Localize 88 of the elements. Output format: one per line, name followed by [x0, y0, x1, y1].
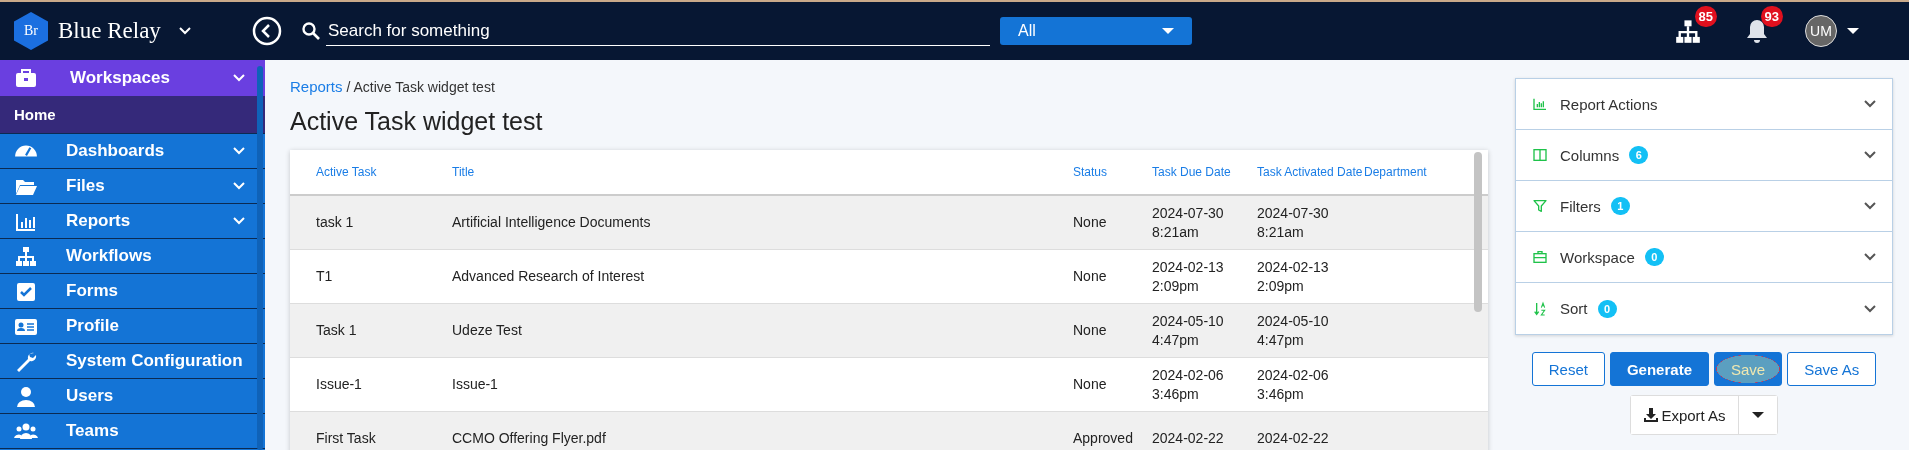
section-icon: [1532, 249, 1548, 265]
count-badge: 1: [1610, 197, 1630, 215]
table-cell-text: Advanced Research of Interest: [452, 267, 646, 286]
table-cell-text: 2024-05-10 4:47pm: [1152, 311, 1225, 350]
table-cell-text: 2024-07-30 8:21am: [1257, 203, 1330, 242]
sidebar-item-icon: [14, 245, 38, 267]
app-logo[interactable]: Br: [14, 12, 48, 50]
accordion-section[interactable]: Filters 1: [1516, 181, 1892, 232]
table-cell-text: Udeze Test: [452, 321, 523, 340]
chevron-icon: [233, 147, 245, 155]
section-icon: [1532, 147, 1548, 163]
column-header[interactable]: Department: [1364, 162, 1474, 182]
chevron-icon: [233, 182, 245, 190]
section-label: Filters: [1560, 197, 1601, 215]
table-cell-text: T1: [315, 267, 334, 286]
table-cell-text: First Task: [315, 429, 377, 448]
chevron-icon: [233, 217, 245, 225]
count-badge: 85: [1694, 6, 1717, 27]
action-button[interactable]: Save As: [1787, 352, 1877, 386]
section-icon: [1532, 96, 1548, 112]
table-cell-text: Approved: [1073, 429, 1134, 448]
table-cell-text: 2024-05-10 4:47pm: [1257, 311, 1330, 350]
table-cell-text: 2024-02-13 2:09pm: [1257, 257, 1330, 296]
section-icon: [1532, 300, 1548, 317]
count-badge: 0: [1597, 299, 1617, 318]
accordion-section[interactable]: Columns 6: [1516, 130, 1892, 181]
table-cell-text: 2024-02-13 2:09pm: [1152, 257, 1225, 296]
chevron-icon: [1864, 100, 1876, 108]
table-cell-text: 2024-02-22: [1152, 429, 1225, 448]
count-badge: 6: [1629, 146, 1649, 164]
column-header[interactable]: Task Due Date: [1152, 162, 1257, 182]
accordion-section[interactable]: Sort 0: [1516, 283, 1892, 334]
sidebar-item-icon: [14, 145, 38, 157]
back-icon[interactable]: [252, 16, 282, 46]
action-button[interactable]: Reset: [1531, 352, 1605, 386]
sidebar-item-icon: [14, 67, 38, 89]
chevron-icon: [1864, 253, 1876, 261]
table-cell-text: None: [1073, 267, 1108, 286]
column-header[interactable]: Title: [452, 162, 1073, 182]
caret-icon[interactable]: [1847, 28, 1859, 34]
table-cell-text: None: [1073, 375, 1108, 394]
user-avatar[interactable]: UM: [1805, 15, 1837, 47]
table-cell-text: Task 1: [315, 321, 358, 340]
count-badge: 93: [1760, 6, 1783, 27]
table-cell-text: Issue-1: [315, 375, 363, 394]
sidebar-item[interactable]: Workspaces: [0, 60, 265, 96]
table-cell-text: 2024-07-30 8:21am: [1152, 203, 1225, 242]
count-badge: 0: [1644, 248, 1664, 266]
table-cell-text: None: [1073, 321, 1108, 340]
chevron-icon: [1864, 151, 1876, 159]
action-button[interactable]: Save: [1714, 352, 1783, 386]
section-label: Workspace: [1560, 248, 1635, 266]
section-label: Sort: [1560, 300, 1588, 317]
table-cell-text: None: [1073, 213, 1108, 232]
section-icon: [1532, 198, 1548, 214]
page-title: Active Task widget test: [290, 107, 544, 136]
chevron-icon: [1864, 304, 1876, 313]
section-label: Report Actions: [1560, 95, 1658, 113]
sidebar-subitem[interactable]: Home: [0, 96, 265, 134]
accordion-section[interactable]: Workspace 0: [1516, 232, 1892, 283]
sidebar-item-icon: [14, 280, 38, 302]
section-label: Columns: [1560, 146, 1620, 164]
search-field[interactable]: Search for something: [326, 16, 990, 46]
scrollbar[interactable]: [257, 66, 263, 450]
table-cell-text: CCMO Offering Flyer.pdf: [452, 429, 607, 448]
table-cell-text: Artificial Intelligence Documents: [452, 213, 652, 232]
column-header[interactable]: Task Activated Date: [1257, 162, 1364, 182]
table-cell-text: Issue-1: [452, 375, 499, 394]
action-button[interactable]: Generate: [1609, 352, 1709, 386]
search-icon: [302, 22, 320, 40]
table-cell-text: 2024-02-22: [1257, 429, 1330, 448]
scrollbar[interactable]: [1474, 152, 1482, 312]
scope-dropdown[interactable]: All: [1000, 17, 1192, 45]
export-menu-button[interactable]: [1737, 396, 1777, 434]
chevron-icon: [233, 74, 245, 82]
app-name: Blue Relay: [58, 18, 161, 44]
breadcrumb: Reports / Active Task widget test: [290, 78, 496, 95]
chevron-icon: [178, 27, 191, 35]
accordion-section[interactable]: Report Actions: [1516, 79, 1892, 130]
column-header[interactable]: Active Task: [290, 162, 452, 182]
breadcrumb-link[interactable]: Reports: [290, 78, 343, 95]
column-header[interactable]: Status: [1073, 162, 1152, 182]
download-icon: [1643, 407, 1660, 423]
sidebar-item-icon: [14, 385, 38, 407]
table-cell-text: 2024-02-06 3:46pm: [1152, 365, 1225, 404]
table-cell-text: 2024-02-06 3:46pm: [1257, 365, 1330, 404]
table-cell-text: task 1: [315, 213, 355, 232]
chevron-icon: [1864, 202, 1876, 210]
